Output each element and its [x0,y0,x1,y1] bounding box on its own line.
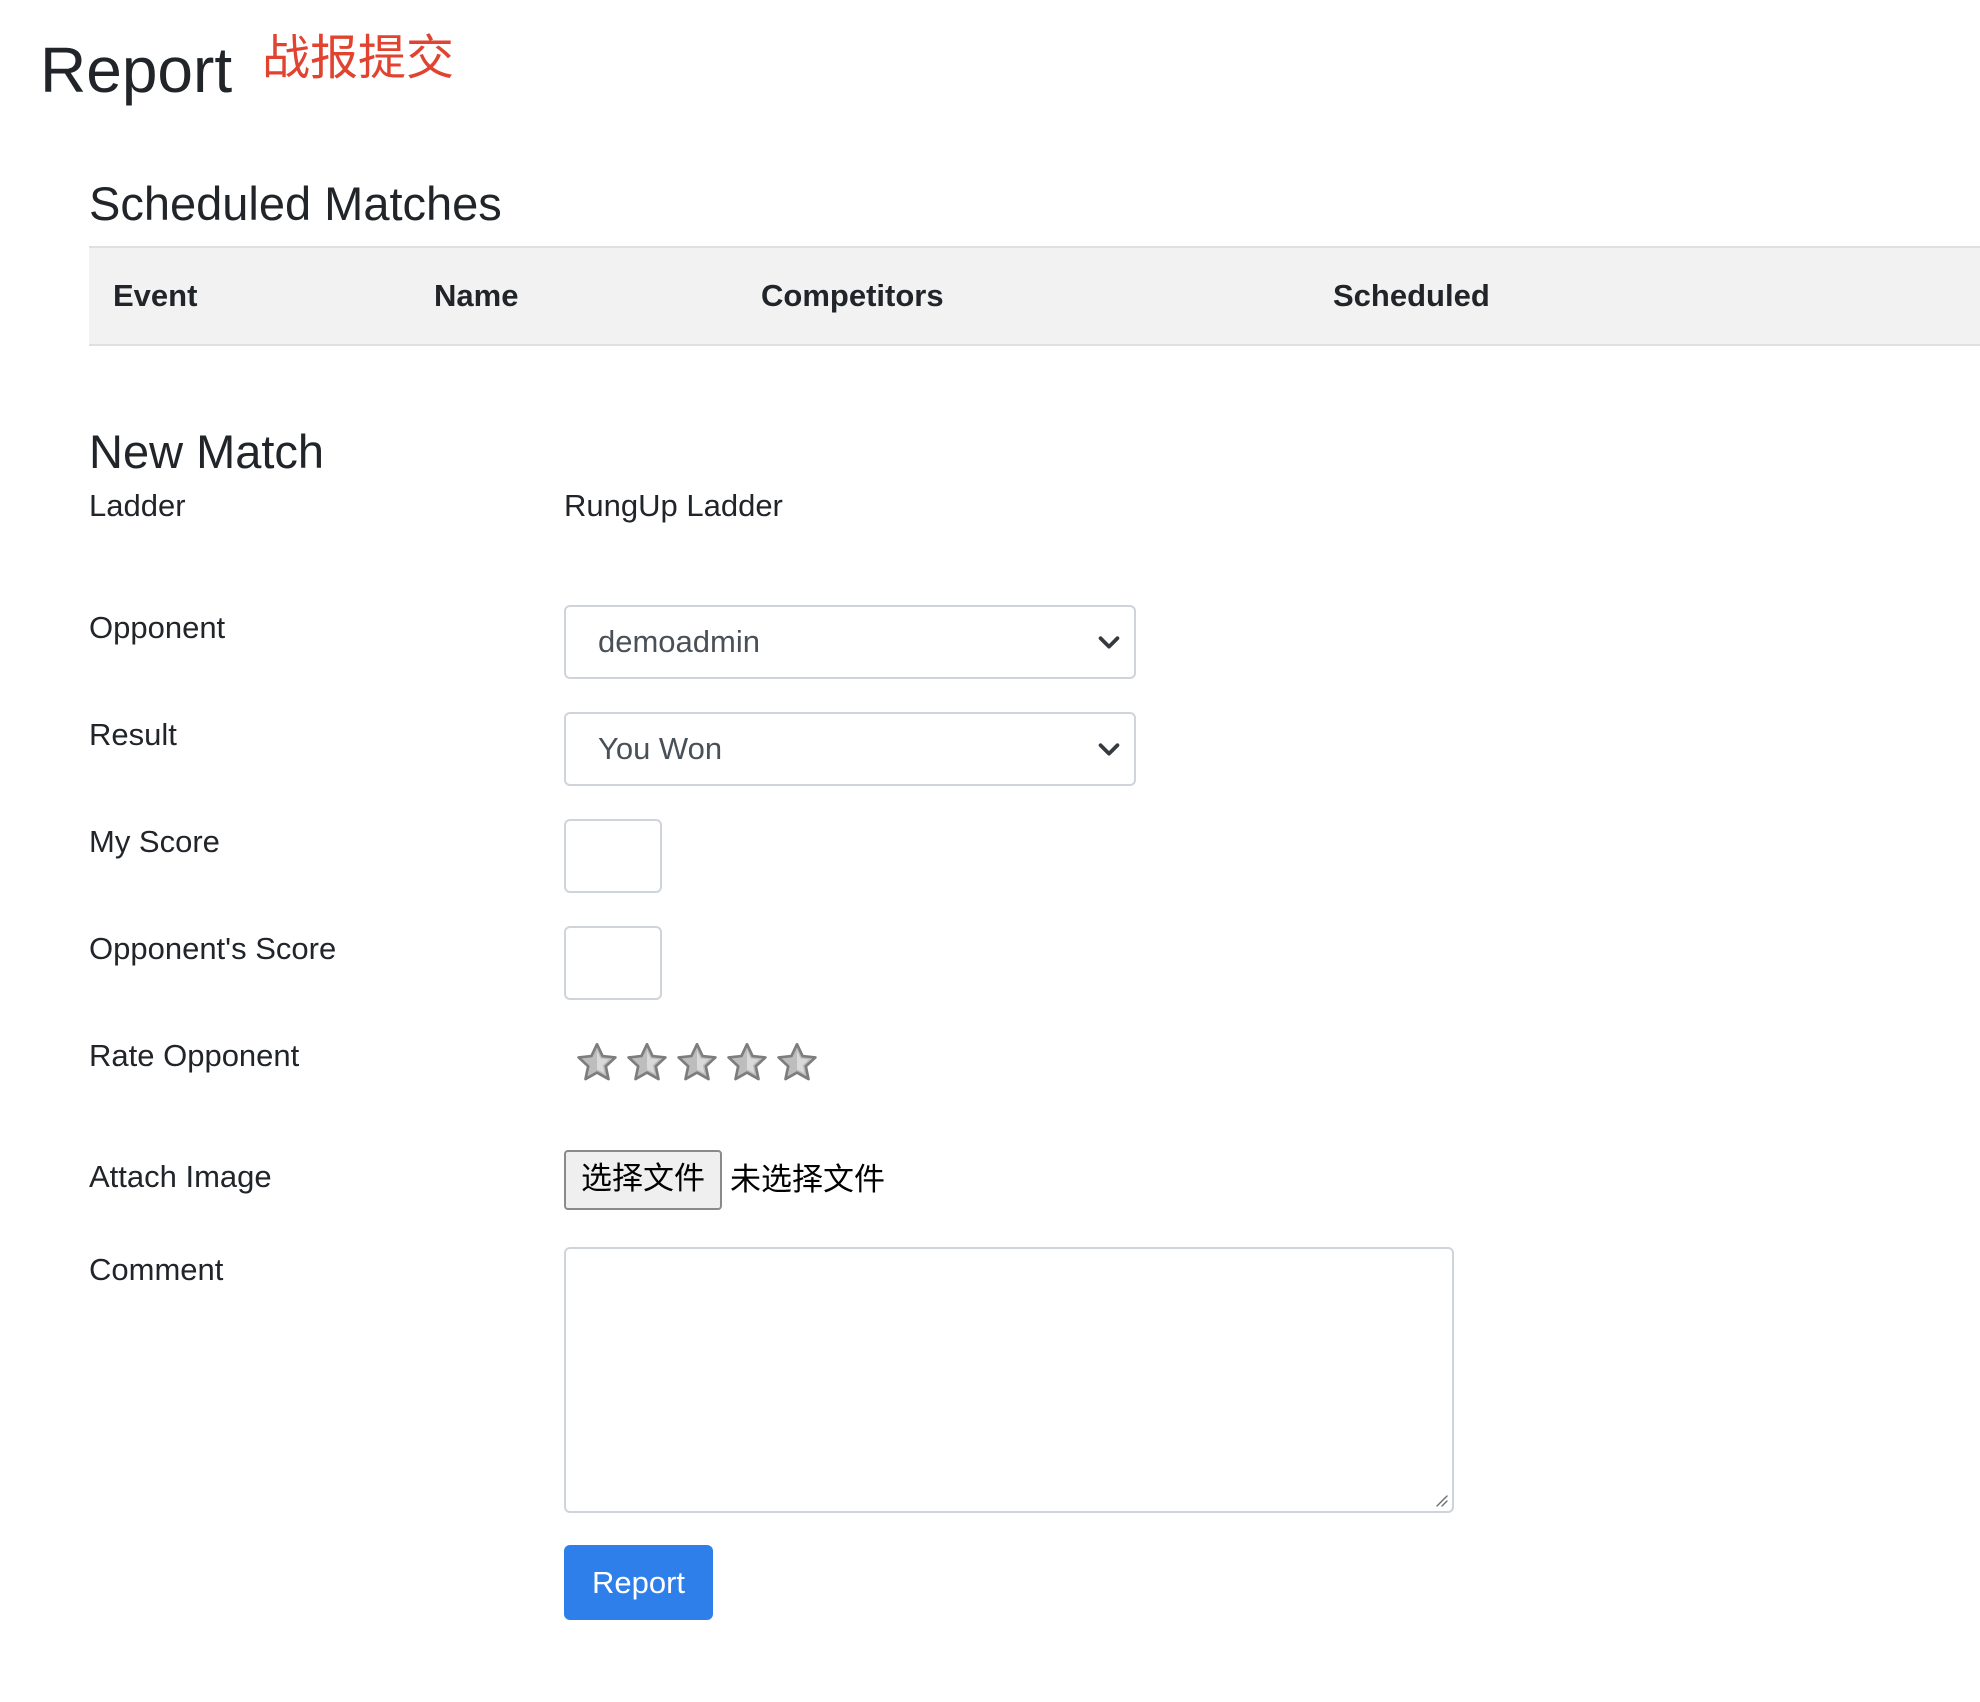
file-status-text: 未选择文件 [730,1162,885,1198]
comment-textarea[interactable] [564,1247,1454,1513]
resize-grip-icon[interactable] [1434,1493,1448,1507]
comment-label: Comment [89,1252,224,1287]
page-annotation: 战报提交 [262,30,455,86]
table-header-row: Event Name Competitors Scheduled [89,246,1980,346]
chevron-down-icon [1098,743,1120,756]
table-header: Event Name Competitors Scheduled [89,246,1980,346]
result-select-value: You Won [598,731,723,766]
column-header-event: Event [89,246,410,346]
column-header-scheduled: Scheduled [1309,246,1980,346]
star-icon[interactable] [624,1040,670,1086]
result-label: Result [89,717,177,752]
ladder-label: Ladder [89,488,186,523]
column-header-name: Name [410,246,737,346]
new-match-title: New Match [89,425,325,478]
result-select[interactable]: You Won [564,712,1136,786]
my-score-input[interactable] [564,819,662,893]
opponent-select-value: demoadmin [598,624,760,659]
opponent-score-label: Opponent's Score [89,931,337,966]
opponent-select[interactable]: demoadmin [564,605,1136,679]
scheduled-matches-table: Event Name Competitors Scheduled [89,246,1980,346]
page-title: Report [40,34,233,106]
column-header-competitors: Competitors [737,246,1309,346]
attach-image-label: Attach Image [89,1159,272,1194]
opponent-label: Opponent [89,610,226,645]
star-icon[interactable] [574,1040,620,1086]
my-score-label: My Score [89,824,220,859]
star-icon[interactable] [724,1040,770,1086]
rate-opponent-label: Rate Opponent [89,1038,300,1073]
star-icon[interactable] [674,1040,720,1086]
star-icon[interactable] [774,1040,820,1086]
report-button[interactable]: Report [564,1545,713,1620]
choose-file-button[interactable]: 选择文件 [564,1150,722,1210]
chevron-down-icon [1098,636,1120,649]
star-rating [574,1040,820,1086]
scheduled-matches-title: Scheduled Matches [89,177,502,230]
opponent-score-input[interactable] [564,926,662,1000]
ladder-value: RungUp Ladder [564,488,783,523]
